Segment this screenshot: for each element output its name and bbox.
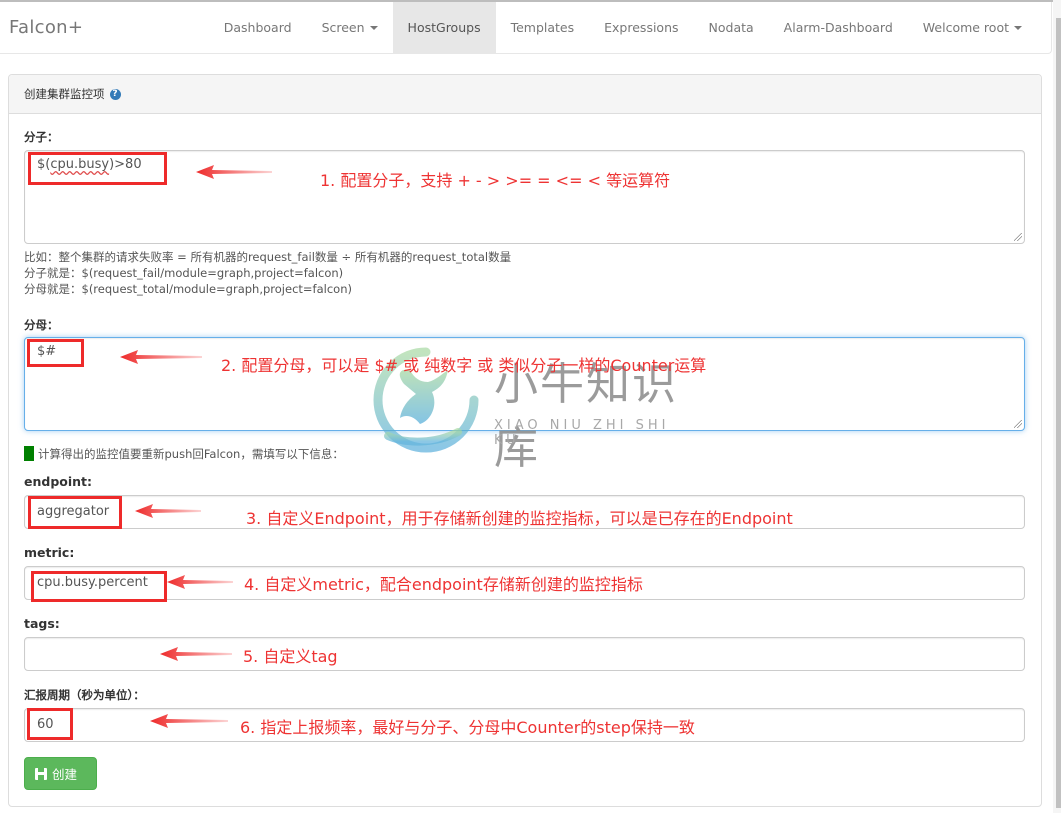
caret-down-icon xyxy=(1014,25,1022,30)
nav-label: Welcome root xyxy=(922,20,1009,35)
hint-line: 分母就是：$(request_total/module=graph,projec… xyxy=(24,282,352,296)
nav-hostgroups[interactable]: HostGroups xyxy=(392,2,496,53)
denominator-label: 分母： xyxy=(24,318,59,332)
caret-down-icon xyxy=(369,25,378,30)
arrow-left-icon xyxy=(135,504,201,518)
push-note: 计算得出的监控值要重新push回Falcon，需填写以下信息： xyxy=(38,447,344,461)
nav-label: Alarm-Dashboard xyxy=(783,20,893,35)
highlight-box-step xyxy=(27,708,73,740)
annotation-endpoint: 3. 自定义Endpoint，用于存储新创建的监控指标，可以是已存在的Endpo… xyxy=(246,509,793,528)
nav-nodata[interactable]: Nodata xyxy=(694,2,769,53)
arrow-left-icon xyxy=(120,350,202,364)
question-circle-icon[interactable]: ? xyxy=(109,88,121,100)
scrollbar-thumb[interactable] xyxy=(1056,18,1061,808)
floppy-save-icon xyxy=(35,767,47,780)
nav-label: HostGroups xyxy=(407,20,481,35)
nav-label: Nodata xyxy=(708,20,754,35)
metric-label: metric: xyxy=(24,545,75,560)
resize-handle[interactable] xyxy=(1014,233,1022,241)
nav-dashboard[interactable]: Dashboard xyxy=(209,2,307,53)
annotation-metric: 4. 自定义metric，配合endpoint存储新创建的监控指标 xyxy=(244,575,643,594)
nav-expressions[interactable]: Expressions xyxy=(589,2,693,53)
nav-label: Templates xyxy=(510,20,575,35)
note-marker xyxy=(24,446,34,461)
numerator-textarea[interactable]: $(cpu.busy)>80 xyxy=(24,150,1025,244)
nav-label: Expressions xyxy=(604,20,679,35)
create-button[interactable]: 创建 xyxy=(24,757,97,790)
highlight-box-denominator xyxy=(27,339,84,367)
step-label: 汇报周期（秒为单位）： xyxy=(24,688,145,702)
arrow-left-icon xyxy=(167,575,233,589)
formula-hint: 比如：整个集群的请求失败率 = 所有机器的request_fail数量 ÷ 所有… xyxy=(24,249,511,297)
annotation-numerator: 1. 配置分子，支持 + - > >= = <= < 等运算符 xyxy=(320,171,671,190)
nav-user-menu[interactable]: Welcome root xyxy=(908,2,1037,53)
nav-menu: Dashboard Screen HostGroups Templates Ex… xyxy=(209,2,1037,53)
resize-handle[interactable] xyxy=(1014,420,1022,428)
arrow-left-icon xyxy=(160,647,232,661)
tags-label: tags: xyxy=(24,616,60,631)
nav-screen[interactable]: Screen xyxy=(307,2,393,53)
panel-heading: 创建集群监控项 ? xyxy=(9,75,1041,114)
brand-logo[interactable]: Falcon+ xyxy=(9,17,83,38)
numerator-label: 分子： xyxy=(24,130,59,144)
highlight-box-metric xyxy=(31,571,167,602)
nav-templates[interactable]: Templates xyxy=(496,2,590,53)
annotation-denominator: 2. 配置分母，可以是 $# 或 纯数字 或 类似分子一样的Counter运算 xyxy=(221,356,707,375)
create-button-label: 创建 xyxy=(52,767,78,782)
highlight-box-numerator xyxy=(28,152,167,185)
endpoint-label: endpoint: xyxy=(24,474,93,489)
annotation-tags: 5. 自定义tag xyxy=(243,647,338,666)
hint-line: 分子就是：$(request_fail/module=graph,project… xyxy=(24,266,344,280)
navbar: Falcon+ Dashboard Screen HostGroups Temp… xyxy=(0,2,1052,54)
panel-title: 创建集群监控项 xyxy=(24,87,105,101)
arrow-left-icon xyxy=(150,714,228,728)
nav-alarm-dashboard[interactable]: Alarm-Dashboard xyxy=(769,2,908,53)
arrow-left-icon xyxy=(196,165,272,179)
hint-line: 比如：整个集群的请求失败率 = 所有机器的request_fail数量 ÷ 所有… xyxy=(24,250,512,264)
nav-label: Dashboard xyxy=(223,20,292,35)
annotation-step: 6. 指定上报频率，最好与分子、分母中Counter的step保持一致 xyxy=(240,718,695,737)
nav-label: Screen xyxy=(321,20,365,35)
highlight-box-endpoint xyxy=(28,496,122,529)
